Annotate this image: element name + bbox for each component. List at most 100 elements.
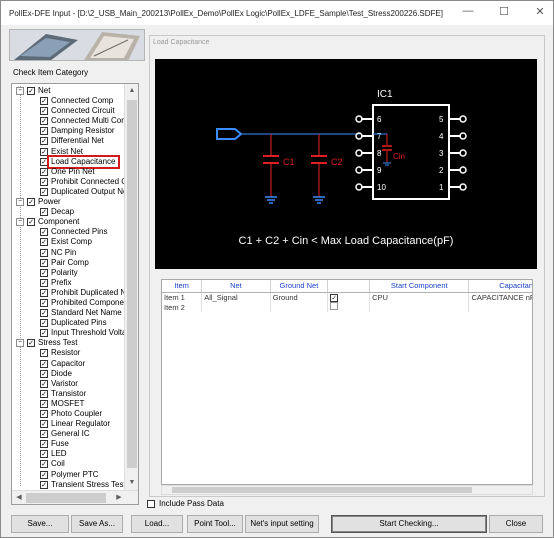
tree-vertical-scrollbar[interactable]: ▲ ▼	[124, 84, 138, 504]
scroll-right-arrow-icon[interactable]: ▶	[112, 491, 126, 504]
table-row[interactable]: Item 1 All_Signal Ground ✓ CPU CAPACITAN…	[162, 292, 532, 302]
table-row[interactable]: Item 2	[162, 302, 532, 312]
tree-item[interactable]: ✓ Exist Net	[12, 147, 124, 157]
tree-checkbox[interactable]: ✓	[40, 369, 48, 378]
tree-checkbox[interactable]: ✓	[27, 218, 35, 227]
cell-start-component[interactable]: CPU	[369, 292, 470, 302]
col-ground-net[interactable]: Ground Net	[270, 280, 329, 293]
tree-checkbox[interactable]: ✓	[40, 238, 48, 247]
tree-item[interactable]: ✓ Varistor	[12, 379, 124, 389]
tree-item[interactable]: ✓ Prohibit Connected Comp	[12, 177, 138, 187]
tree-group-component[interactable]: − ✓ Component	[12, 217, 124, 227]
tree-checkbox[interactable]: ✓	[40, 450, 48, 459]
tree-item[interactable]: ✓ Connected Circuit	[12, 106, 124, 116]
save-as-button[interactable]: Save As...	[71, 515, 123, 533]
tree-checkbox[interactable]: ✓	[40, 177, 48, 186]
close-window-button[interactable]: ✕	[533, 5, 547, 18]
tree-checkbox[interactable]: ✓	[40, 107, 48, 116]
tree-checkbox[interactable]: ✓	[40, 147, 48, 156]
tree-item[interactable]: ✓ Load Capacitance	[12, 154, 124, 169]
tree-item[interactable]: ✓ Fuse	[12, 439, 124, 449]
scroll-up-arrow-icon[interactable]: ▲	[125, 84, 138, 98]
cell-net[interactable]	[201, 302, 271, 312]
tree-checkbox[interactable]: ✓	[40, 187, 48, 196]
tree-checkbox[interactable]: ✓	[27, 198, 35, 207]
tree-checkbox[interactable]: ✓	[27, 87, 35, 95]
tree-checkbox[interactable]: ✓	[40, 319, 48, 328]
tree-item[interactable]: ✓ Pair Comp	[12, 258, 124, 268]
point-tool-button[interactable]: Point Tool...	[187, 515, 243, 533]
tree-item[interactable]: ✓ Connected Pins	[12, 227, 124, 237]
tree-checkbox[interactable]: ✓	[40, 420, 48, 429]
tree-item[interactable]: ✓ One Pin Net	[12, 167, 124, 177]
close-button[interactable]: Close	[489, 515, 543, 533]
col-capacitance-value[interactable]: Capacitance Value Pr	[468, 280, 532, 293]
tree-item[interactable]: ✓ Damping Resistor	[12, 126, 124, 136]
tree-item[interactable]: ✓ Standard Net Name	[12, 308, 124, 318]
tree-checkbox[interactable]: ✓	[40, 228, 48, 237]
tree-checkbox[interactable]: ✓	[40, 349, 48, 358]
maximize-button[interactable]: ☐	[497, 5, 511, 18]
tree-checkbox[interactable]: ✓	[40, 268, 48, 277]
tree-item[interactable]: ✓ Input Threshold Voltage	[12, 328, 135, 338]
tree-horizontal-scrollbar[interactable]: ◀ ▶	[12, 490, 138, 504]
tree-group-stress-test[interactable]: − ✓ Stress Test	[12, 338, 124, 348]
tree-item[interactable]: ✓ Prefix	[12, 278, 124, 288]
cell-net[interactable]: All_Signal	[201, 292, 271, 302]
nets-input-setting-button[interactable]: Net's input setting	[245, 515, 319, 533]
tree-checkbox[interactable]: ✓	[40, 389, 48, 398]
load-button[interactable]: Load...	[131, 515, 183, 533]
tree-item[interactable]: ✓ LED	[12, 449, 124, 459]
collapse-toggle-icon[interactable]: −	[16, 87, 24, 95]
scroll-down-arrow-icon[interactable]: ▼	[125, 476, 138, 490]
cell-check[interactable]: ✓	[327, 292, 371, 302]
tree-item[interactable]: ✓ NC Pin	[12, 248, 124, 258]
cell-check[interactable]	[327, 302, 371, 312]
tree-item[interactable]: ✓ MOSFET	[12, 399, 124, 409]
tree-checkbox[interactable]: ✓	[40, 258, 48, 267]
row-checkbox[interactable]	[330, 302, 339, 310]
tree-checkbox[interactable]: ✓	[40, 379, 48, 388]
tree-checkbox[interactable]: ✓	[40, 117, 48, 126]
tree-item[interactable]: ✓ Duplicated Output Net	[12, 187, 130, 197]
cell-capacitance-value[interactable]: CAPACITANCE nF, Capa	[468, 292, 532, 302]
tree-checkbox[interactable]: ✓	[40, 157, 48, 166]
tree-checkbox[interactable]: ✓	[40, 410, 48, 418]
col-check[interactable]	[327, 280, 371, 293]
cell-capacitance-value[interactable]	[468, 302, 532, 312]
minimize-button[interactable]: —	[461, 5, 475, 18]
tree-item[interactable]: ✓ Capacitor	[12, 359, 124, 369]
col-net[interactable]: Net	[201, 280, 271, 293]
tree-checkbox[interactable]: ✓	[40, 167, 48, 176]
tree-item[interactable]: ✓ Polymer PTC	[12, 470, 124, 480]
tree-checkbox[interactable]: ✓	[40, 359, 48, 368]
tree-item[interactable]: ✓ Prohibited Component	[12, 298, 131, 308]
tree-item[interactable]: ✓ Exist Comp	[12, 237, 124, 247]
tree-item[interactable]: ✓ Decap	[12, 207, 124, 217]
tree-item[interactable]: ✓ Resistor	[12, 348, 124, 358]
tree-checkbox[interactable]: ✓	[40, 460, 48, 469]
include-pass-data-checkbox[interactable]	[147, 499, 155, 508]
cell-ground-net[interactable]: Ground	[270, 292, 329, 302]
tree-item[interactable]: ✓ Polarity	[12, 268, 124, 278]
tree-item[interactable]: ✓ Coil	[12, 459, 124, 469]
start-checking-button[interactable]: Start Checking...	[331, 515, 487, 533]
cell-ground-net[interactable]	[270, 302, 329, 312]
tree-item[interactable]: ✓ Connected Multi Comp	[12, 116, 132, 126]
tree-item[interactable]: ✓ Transistor	[12, 389, 124, 399]
cell-start-component[interactable]	[369, 302, 470, 312]
collapse-toggle-icon[interactable]: −	[16, 198, 24, 207]
tree-checkbox[interactable]: ✓	[40, 440, 48, 449]
tree-checkbox[interactable]: ✓	[40, 298, 48, 307]
tree-checkbox[interactable]: ✓	[40, 278, 48, 287]
tree-item[interactable]: ✓ General IC	[12, 429, 124, 439]
tree-checkbox[interactable]: ✓	[40, 137, 48, 146]
tree-checkbox[interactable]: ✓	[40, 208, 48, 217]
collapse-toggle-icon[interactable]: −	[16, 339, 24, 348]
tree-item[interactable]: ✓ Diode	[12, 369, 124, 379]
tree-checkbox[interactable]: ✓	[40, 470, 48, 479]
row-checkbox[interactable]: ✓	[330, 293, 339, 302]
tree-item[interactable]: ✓ Differential Net	[12, 136, 124, 146]
tree-item[interactable]: ✓ Photo Coupler	[12, 409, 124, 419]
tree-checkbox[interactable]: ✓	[40, 309, 48, 318]
